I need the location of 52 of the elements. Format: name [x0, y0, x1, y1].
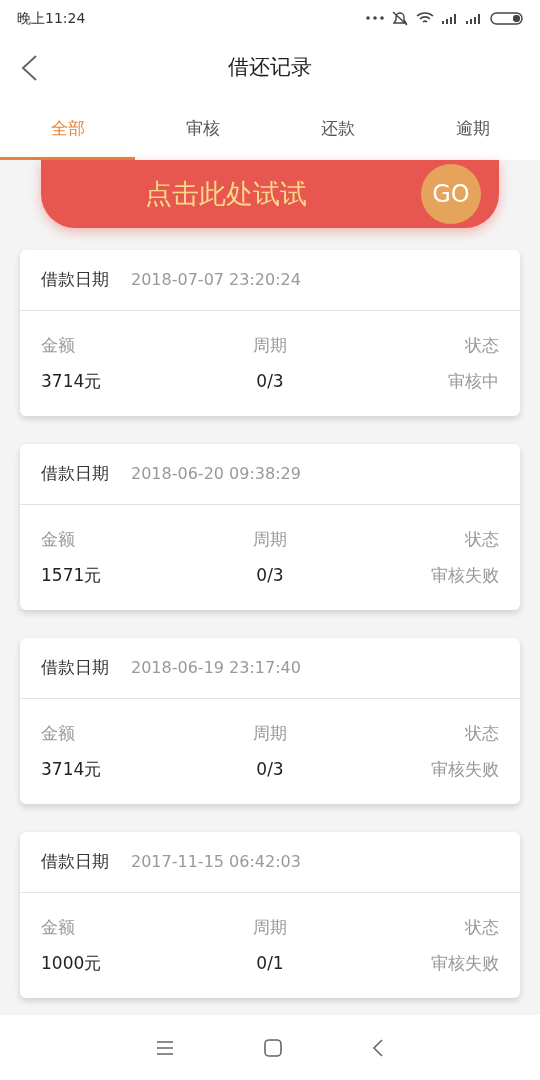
- tab[interactable]: 还款: [270, 100, 405, 160]
- amount-value: 1571元: [41, 563, 103, 587]
- period-value: 0/1: [255, 951, 285, 975]
- muted-bell-icon: [392, 10, 408, 26]
- loan-date: 2017-11-15 06:42:03: [131, 851, 301, 873]
- period-label: 周期: [252, 916, 288, 939]
- amount-label: 金额: [41, 722, 76, 745]
- banner-text: 点击此处试试: [145, 176, 307, 211]
- date-label: 借款日期: [41, 268, 109, 292]
- date-label: 借款日期: [41, 850, 109, 874]
- date-label: 借款日期: [41, 656, 109, 680]
- tab[interactable]: 审核: [135, 100, 270, 160]
- status-label: 状态: [464, 528, 499, 551]
- status-label: 状态: [464, 916, 499, 939]
- status-value: 审核失败: [430, 757, 499, 781]
- period-value: 0/3: [255, 757, 285, 781]
- status-value: 审核失败: [430, 563, 499, 587]
- menu-icon[interactable]: [156, 1040, 174, 1055]
- period-label: 周期: [252, 334, 288, 357]
- page-title: 借还记录: [228, 54, 312, 82]
- status-value: 审核失败: [430, 951, 499, 975]
- amount-value: 1000元: [41, 951, 103, 975]
- date-label: 借款日期: [41, 462, 109, 486]
- status-label: 状态: [464, 334, 499, 357]
- home-icon[interactable]: [264, 1038, 282, 1057]
- record-card[interactable]: 借款日期 2018-06-19 23:17:40 金额 周期 状态 3714元 0/3 审核失败: [20, 638, 520, 804]
- loan-date: 2018-07-07 23:20:24: [131, 269, 301, 291]
- record-card[interactable]: 借款日期 2017-11-15 06:42:03 金额 周期 状态 1000元 0/1 审核失败: [20, 832, 520, 998]
- period-value: 0/3: [255, 369, 285, 393]
- amount-value: 3714元: [41, 369, 103, 393]
- amount-label: 金额: [41, 528, 76, 551]
- back-icon[interactable]: [20, 54, 38, 82]
- period-label: 周期: [252, 528, 288, 551]
- loan-date: 2018-06-19 23:17:40: [131, 657, 301, 679]
- tab[interactable]: 逾期: [405, 100, 540, 160]
- record-card[interactable]: 借款日期 2018-06-20 09:38:29 金额 周期 状态 1571元 0/3 审核失败: [20, 444, 520, 610]
- more-icon: [366, 16, 384, 20]
- record-card[interactable]: 借款日期 2018-07-07 23:20:24 金额 周期 状态 3714元 0/3 审核中: [20, 250, 520, 416]
- amount-label: 金额: [41, 916, 76, 939]
- status-label: 状态: [464, 722, 499, 745]
- signal-icon: [466, 12, 482, 24]
- loan-date: 2018-06-20 09:38:29: [131, 463, 301, 485]
- wifi-icon: [416, 12, 434, 24]
- signal-icon: [442, 12, 458, 24]
- period-label: 周期: [252, 722, 288, 745]
- back-icon[interactable]: [372, 1038, 384, 1057]
- amount-label: 金额: [41, 334, 76, 357]
- status-value: 审核中: [447, 369, 499, 393]
- period-value: 0/3: [255, 563, 285, 587]
- status-time: 晚上11:24: [17, 8, 86, 28]
- battery-icon: [490, 11, 523, 25]
- amount-value: 3714元: [41, 757, 103, 781]
